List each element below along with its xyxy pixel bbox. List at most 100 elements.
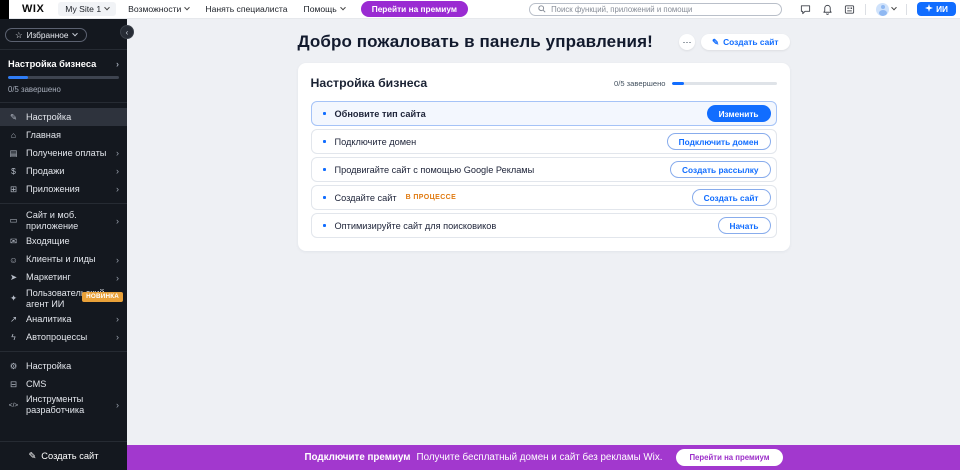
create-site-label: Создать сайт (723, 37, 778, 47)
favorites-label: Избранное (26, 30, 68, 40)
setup-task-list: Обновите тип сайта Изменить Подключите д… (311, 101, 777, 238)
chevron-right-icon: › (116, 148, 119, 158)
site-selector[interactable]: My Site 1 (58, 2, 116, 16)
premium-banner-text: Получите бесплатный домен и сайт без рек… (417, 452, 663, 463)
upgrade-premium-button[interactable]: Перейти на премиум (361, 1, 468, 17)
task-create-site[interactable]: Создайте сайт В ПРОЦЕССЕ Создать сайт (311, 185, 777, 210)
sidebar-item-sales[interactable]: $ Продажи › (0, 162, 127, 180)
chat-icon[interactable] (800, 4, 811, 15)
sidebar-item-apps[interactable]: ⊞ Приложения › (0, 180, 127, 198)
divider (906, 4, 907, 15)
bullet-icon (323, 140, 326, 143)
task-start-button[interactable]: Начать (718, 217, 771, 234)
card-title: Настройка бизнеса (311, 76, 428, 90)
ai-assistant-button[interactable]: ИИ (917, 2, 956, 16)
star-icon: ☆ (15, 30, 22, 40)
search-input[interactable] (551, 5, 773, 14)
hire-professional-link[interactable]: Нанять специалиста (205, 4, 287, 14)
features-menu-label: Возможности (128, 4, 181, 14)
quick-actions-icon[interactable] (844, 4, 855, 15)
create-site-button[interactable]: ✎ Создать сайт (701, 34, 789, 50)
task-update-site-type[interactable]: Обновите тип сайта Изменить (311, 101, 777, 126)
sidebar-item-marketing[interactable]: ➤ Маркетинг › (0, 269, 127, 287)
task-seo-optimize[interactable]: Оптимизируйте сайт для поисковиков Начат… (311, 213, 777, 238)
sidebar-item-cms[interactable]: ⊟ CMS (0, 375, 127, 393)
sidebar-collapse-button[interactable]: ‹ (120, 25, 134, 39)
card-progress-label: 0/5 завершено (614, 79, 666, 88)
sidebar-item-ai-agent[interactable]: ✦ Пользовательский агент ИИ НОВИНКА (0, 287, 127, 311)
setup-progress-bar (8, 76, 119, 79)
search-icon (538, 0, 546, 18)
sidebar-item-dev-tools[interactable]: </> Инструменты разработчика › (0, 393, 127, 417)
chevron-right-icon: › (116, 314, 119, 324)
avatar (876, 3, 889, 16)
new-badge: НОВИНКА (82, 292, 123, 302)
help-menu[interactable]: Помощь (304, 4, 345, 14)
in-progress-badge: В ПРОЦЕССЕ (406, 194, 457, 201)
sparkle-icon: ✦ (8, 293, 19, 304)
chevron-down-icon (185, 5, 191, 11)
account-menu[interactable] (876, 3, 896, 16)
bullet-icon (323, 112, 326, 115)
chevron-right-icon: › (116, 255, 119, 265)
person-icon: ☺ (8, 255, 19, 265)
setup-icon: ✎ (8, 112, 19, 123)
sparkle-icon (925, 4, 933, 14)
chevron-right-icon: › (116, 216, 119, 226)
task-create-campaign-button[interactable]: Создать рассылку (670, 161, 770, 178)
apps-grid-icon: ⊞ (8, 184, 19, 195)
lightning-icon: ϟ (8, 332, 19, 342)
database-icon: ⊟ (8, 379, 19, 390)
hire-professional-label: Нанять специалиста (205, 4, 287, 14)
divider (0, 351, 127, 352)
ai-button-label: ИИ (936, 4, 948, 14)
setup-title: Настройка бизнеса (8, 59, 96, 69)
sidebar-create-site-label: Создать сайт (41, 451, 98, 461)
dollar-icon: $ (8, 166, 19, 176)
sidebar-item-site-mobile-app[interactable]: ▭ Сайт и моб. приложение › (0, 209, 127, 233)
sidebar-create-site-button[interactable]: ✎ Создать сайт (0, 441, 127, 470)
sidebar-item-home[interactable]: ⌂ Главная (0, 126, 127, 144)
wix-logo[interactable]: WIX (22, 3, 44, 15)
window-edge-strip (0, 0, 9, 19)
search-box[interactable] (529, 3, 782, 16)
task-change-button[interactable]: Изменить (707, 105, 771, 122)
sidebar: ☆ Избранное ‹ Настройка бизнеса › 0/5 за… (0, 19, 127, 470)
notifications-bell-icon[interactable] (822, 4, 833, 15)
chevron-down-icon (891, 5, 897, 11)
chevron-down-icon (104, 5, 110, 11)
bullet-icon (323, 168, 326, 171)
divider (0, 203, 127, 204)
sidebar-item-automations[interactable]: ϟ Автопроцессы › (0, 328, 127, 346)
more-actions-button[interactable]: ⋯ (679, 34, 695, 50)
task-google-ads[interactable]: Продвигайте сайт с помощью Google Реклам… (311, 157, 777, 182)
devices-icon: ▭ (8, 215, 19, 226)
sidebar-item-setup[interactable]: ✎ Настройка (0, 108, 127, 126)
inbox-icon: ✉ (8, 236, 19, 247)
task-create-site-button[interactable]: Создать сайт (692, 189, 771, 206)
sidebar-item-contacts-leads[interactable]: ☺ Клиенты и лиды › (0, 251, 127, 269)
business-setup-card: Настройка бизнеса 0/5 завершено Обновите… (298, 63, 790, 251)
sidebar-item-inbox[interactable]: ✉ Входящие (0, 233, 127, 251)
chevron-right-icon: › (116, 184, 119, 194)
top-bar: WIX My Site 1 Возможности Нанять специал… (0, 0, 960, 19)
premium-banner: Подключите премиум Получите бесплатный д… (127, 445, 960, 470)
chevron-right-icon: › (116, 59, 119, 69)
business-setup-progress[interactable]: Настройка бизнеса › 0/5 завершено (0, 50, 127, 103)
sidebar-item-analytics[interactable]: ↗ Аналитика › (0, 310, 127, 328)
setup-progress-label: 0/5 завершено (8, 85, 119, 94)
sidebar-item-payments[interactable]: ▤ Получение оплаты › (0, 144, 127, 162)
premium-banner-title: Подключите премиум (304, 452, 410, 463)
bullet-icon (323, 224, 326, 227)
chart-icon: ↗ (8, 314, 19, 325)
gear-icon: ⚙ (8, 361, 19, 372)
chevron-down-icon (340, 5, 346, 11)
features-menu[interactable]: Возможности (128, 4, 189, 14)
go-premium-button[interactable]: Перейти на премиум (676, 449, 782, 466)
home-icon: ⌂ (8, 130, 19, 140)
main-area: Добро пожаловать в панель управления! ⋯ … (127, 19, 960, 445)
task-connect-domain-button[interactable]: Подключить домен (667, 133, 771, 150)
sidebar-item-settings[interactable]: ⚙ Настройка (0, 357, 127, 375)
favorites-dropdown[interactable]: ☆ Избранное (5, 28, 87, 42)
task-connect-domain[interactable]: Подключите домен Подключить домен (311, 129, 777, 154)
